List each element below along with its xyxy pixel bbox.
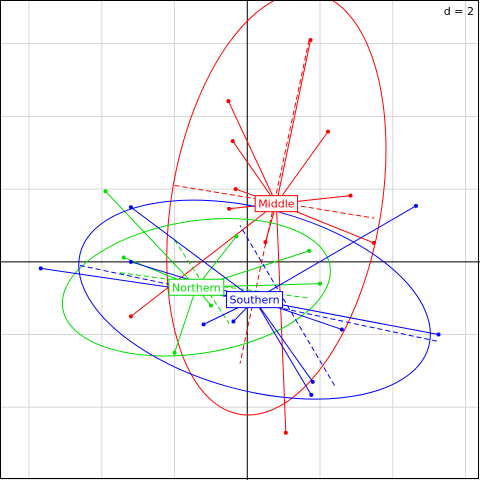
star-line-middle — [275, 203, 287, 433]
groups — [38, 0, 441, 435]
label-southern: Southern — [226, 291, 284, 309]
point-middle — [226, 99, 231, 104]
point-middle — [227, 206, 232, 211]
point-southern — [231, 319, 236, 324]
point-southern — [414, 203, 418, 208]
point-middle — [263, 240, 268, 245]
point-middle — [308, 38, 313, 42]
axes — [0, 0, 480, 480]
point-middle — [128, 314, 133, 319]
point-southern — [339, 327, 344, 332]
label-text-northern: Northern — [172, 281, 221, 294]
label-northern: Northern — [168, 278, 225, 296]
point-middle — [230, 139, 235, 144]
label-text-middle: Middle — [258, 198, 295, 211]
point-northern — [172, 350, 177, 355]
point-southern — [309, 392, 314, 397]
star-line-northern — [105, 190, 197, 288]
label-text-southern: Southern — [230, 294, 280, 307]
point-southern — [38, 266, 43, 271]
point-southern — [128, 205, 133, 210]
point-middle — [371, 240, 376, 245]
point-southern — [436, 332, 441, 337]
point-southern — [128, 259, 133, 264]
point-middle — [326, 129, 330, 134]
point-northern — [318, 281, 322, 286]
ellipse-middle — [166, 0, 387, 416]
scale-label: d = 2 — [444, 5, 474, 18]
star-line-southern — [254, 299, 312, 396]
point-northern — [103, 189, 108, 194]
grid — [0, 0, 480, 480]
scatter-plot: Middle Northern Southern d = 2 — [0, 0, 480, 480]
group-middle — [128, 0, 387, 435]
point-middle — [348, 193, 353, 198]
point-southern — [310, 379, 315, 384]
point-northern — [234, 234, 239, 239]
point-northern — [121, 255, 126, 260]
star-line-northern — [174, 287, 197, 353]
label-middle: Middle — [254, 195, 299, 213]
point-northern — [307, 248, 312, 253]
point-middle — [283, 430, 288, 435]
star-line-middle — [232, 140, 277, 204]
point-northern — [208, 303, 213, 308]
point-southern — [201, 322, 206, 327]
point-middle — [233, 187, 238, 192]
